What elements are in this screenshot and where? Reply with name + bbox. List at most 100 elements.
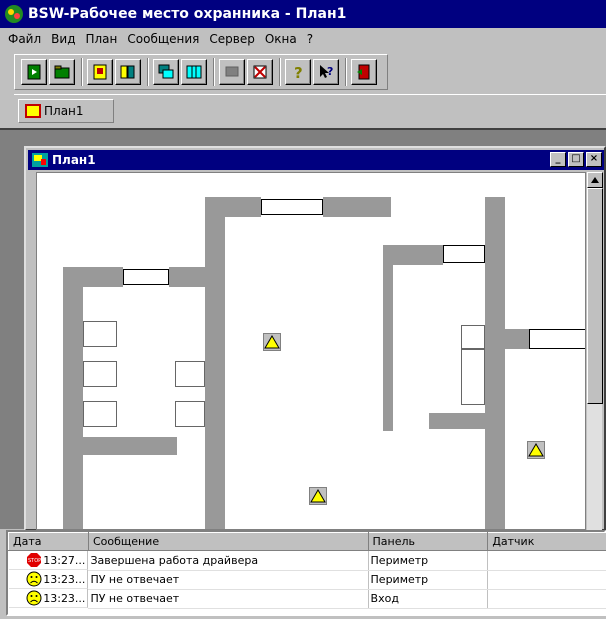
row-date: STOP 13:27...: [8, 551, 89, 570]
tile-button[interactable]: [181, 59, 207, 85]
cascade-button[interactable]: [153, 59, 179, 85]
cascade-windows-icon: [158, 64, 174, 79]
table-row[interactable]: 13:23... ПУ не отвечает Вход: [8, 589, 606, 609]
menu-view[interactable]: Вид: [51, 32, 75, 46]
row-message: ПУ не отвечает: [88, 570, 369, 590]
context-help-icon: ?: [320, 65, 333, 78]
fixture: [175, 361, 205, 387]
plan-properties-button[interactable]: [87, 59, 113, 85]
table-row[interactable]: 13:23... ПУ не отвечает Периметр: [8, 570, 606, 590]
exit-door-icon: [357, 64, 370, 80]
plan-properties-icon: [93, 64, 107, 80]
event-log: Дата Сообщение Панель Датчик STOP 13:27.…: [6, 530, 606, 616]
warning-triangle-icon: [310, 489, 326, 503]
help-icon: ?: [294, 64, 303, 81]
menu-help[interactable]: ?: [307, 32, 313, 46]
plan-books-icon: [120, 65, 135, 79]
menu-file[interactable]: Файл: [8, 32, 41, 46]
plan-window-title: План1: [52, 153, 96, 167]
vertical-scrollbar[interactable]: [586, 172, 603, 530]
maximize-button[interactable]: □: [568, 152, 584, 167]
scroll-thumb[interactable]: [587, 188, 603, 404]
table-row[interactable]: STOP 13:27... Завершена работа драйвера …: [8, 550, 606, 571]
sensor-marker[interactable]: [527, 441, 545, 459]
door: [443, 245, 485, 263]
title-bar[interactable]: BSW-Рабочее место охранника - План1: [0, 0, 606, 28]
column-header-date[interactable]: Дата: [8, 532, 89, 551]
new-document-button[interactable]: [21, 59, 47, 85]
column-header-panel[interactable]: Панель: [367, 532, 489, 551]
open-folder-button[interactable]: [49, 59, 75, 85]
arrow-up-icon: [591, 177, 599, 183]
fixture: [83, 401, 117, 427]
help-button[interactable]: ?: [285, 59, 311, 85]
column-header-message[interactable]: Сообщение: [87, 532, 369, 551]
mdi-workspace: План1 _ □ ×: [0, 128, 606, 531]
disabled-monitor-icon: [225, 66, 239, 77]
toolbar-separator: [147, 58, 149, 86]
wall: [205, 197, 225, 529]
column-header-sensor[interactable]: Датчик: [487, 532, 606, 551]
wall: [429, 413, 485, 429]
monitor-button[interactable]: [219, 59, 245, 85]
row-message: ПУ не отвечает: [88, 589, 369, 609]
tab-label: План1: [44, 104, 84, 118]
tile-windows-icon: [186, 65, 202, 79]
toolbar-separator: [213, 58, 215, 86]
floor-plan-canvas[interactable]: [36, 172, 586, 530]
row-panel: Периметр: [368, 550, 489, 571]
warning-triangle-icon: [528, 443, 544, 457]
door: [261, 199, 323, 215]
door: [123, 269, 169, 285]
toolbar-separator: [81, 58, 83, 86]
app-logo-icon: [5, 5, 23, 23]
exit-button[interactable]: [351, 59, 377, 85]
minimize-button[interactable]: _: [550, 152, 566, 167]
window-controls: _ □ ×: [548, 152, 602, 167]
plan-icon: [25, 104, 41, 118]
menu-windows[interactable]: Окна: [265, 32, 297, 46]
door: [529, 329, 585, 349]
row-sensor: [487, 570, 606, 590]
close-button[interactable]: ×: [586, 152, 602, 167]
wall: [83, 437, 177, 455]
wall: [323, 197, 391, 217]
context-help-button[interactable]: ?: [313, 59, 339, 85]
menu-bar: Файл Вид План Сообщения Сервер Окна ?: [0, 28, 606, 50]
menu-plan[interactable]: План: [85, 32, 117, 46]
toolbar-separator: [345, 58, 347, 86]
delete-object-button[interactable]: [247, 59, 273, 85]
menu-messages[interactable]: Сообщения: [127, 32, 199, 46]
plan-tab-strip: План1: [14, 94, 606, 126]
sensor-marker[interactable]: [309, 487, 327, 505]
tab-plan1[interactable]: План1: [18, 99, 114, 123]
scroll-up-button[interactable]: [587, 172, 603, 188]
wall: [63, 267, 123, 287]
plan-books-button[interactable]: [115, 59, 141, 85]
row-message: Завершена работа драйвера: [88, 550, 369, 571]
menu-server[interactable]: Сервер: [209, 32, 254, 46]
stove: [461, 325, 485, 349]
fixture: [83, 321, 117, 347]
row-time: 13:23...: [43, 572, 86, 586]
app-window: BSW-Рабочее место охранника - План1 Файл…: [0, 0, 606, 619]
plan-window-icon: [32, 153, 48, 167]
row-date: 13:23...: [8, 589, 89, 608]
fixture: [83, 361, 117, 387]
wall: [63, 267, 83, 529]
plan-window-title-bar[interactable]: План1 _ □ ×: [28, 150, 604, 170]
sensor-marker[interactable]: [263, 333, 281, 351]
svg-text:?: ?: [327, 65, 333, 78]
row-sensor: [487, 550, 606, 571]
row-date: 13:23...: [8, 570, 89, 589]
wall: [505, 329, 529, 349]
svg-text:?: ?: [294, 64, 303, 81]
warning-triangle-icon: [264, 335, 280, 349]
open-folder-icon: [54, 65, 70, 79]
plan-window: План1 _ □ ×: [24, 146, 606, 531]
new-document-icon: [27, 64, 41, 80]
wall: [383, 245, 393, 431]
row-panel: Периметр: [368, 570, 489, 590]
row-sensor: [487, 589, 606, 609]
toolbar: ? ?: [14, 54, 388, 90]
